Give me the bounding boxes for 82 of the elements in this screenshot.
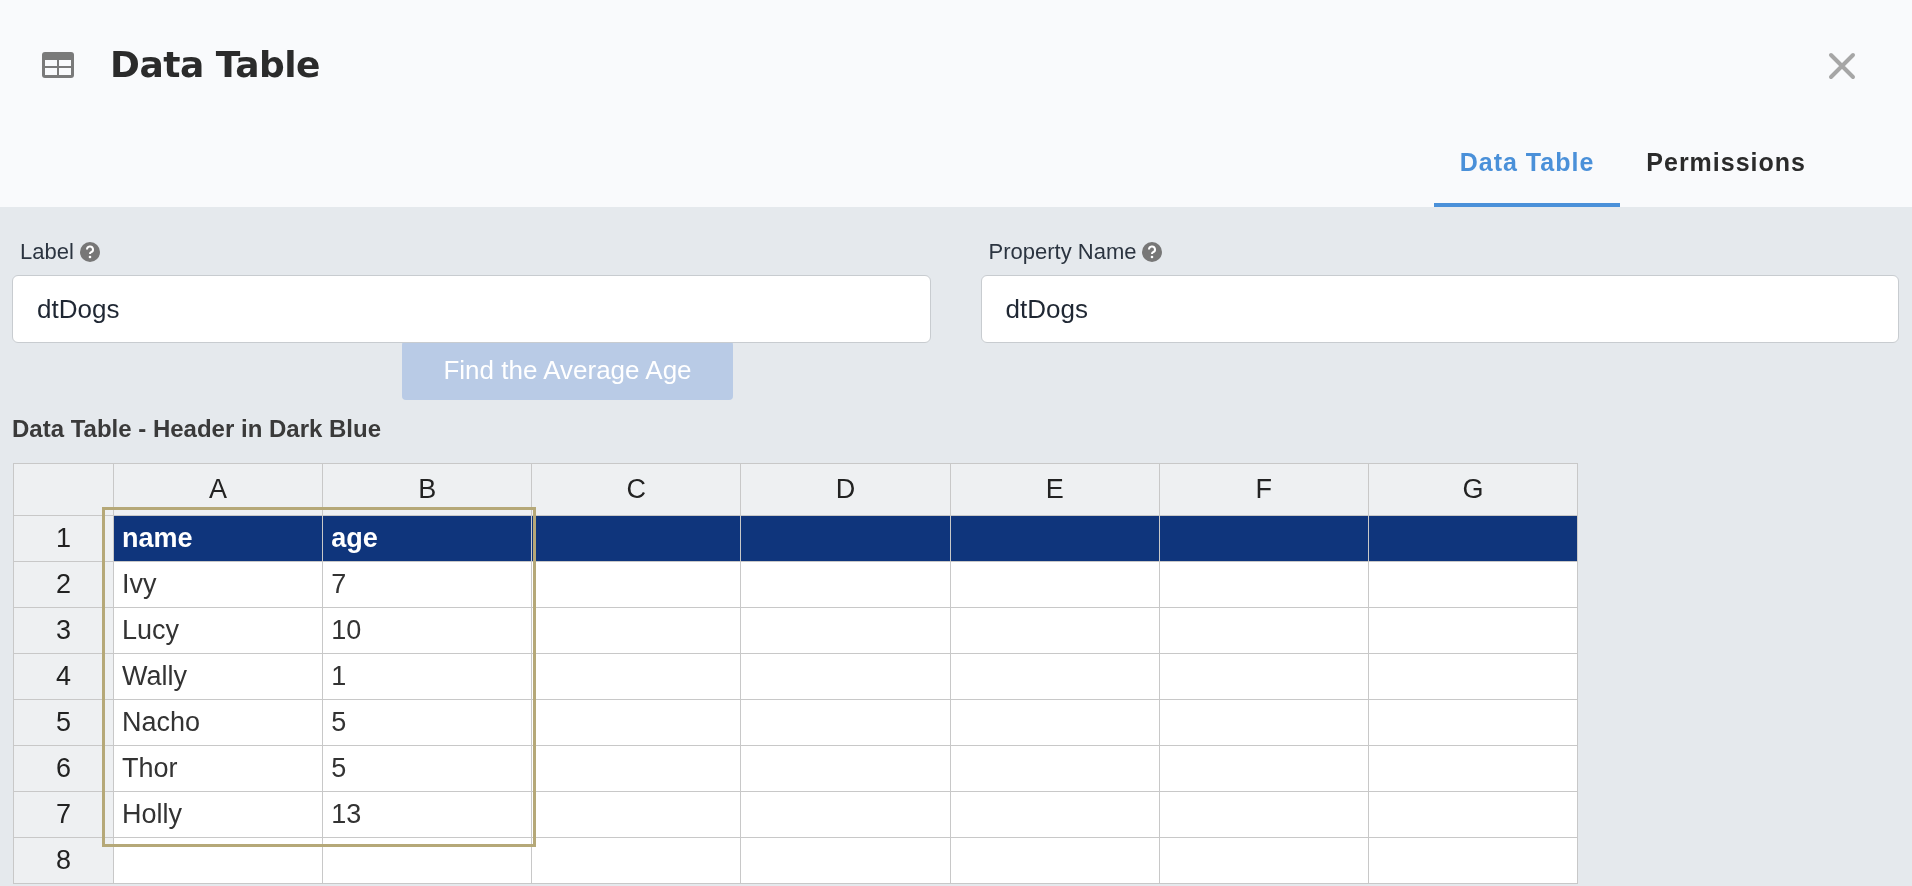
column-header[interactable]: G — [1368, 464, 1578, 516]
tab[interactable]: Permissions — [1620, 136, 1832, 207]
table-cell[interactable] — [741, 608, 951, 654]
table-cell[interactable] — [741, 838, 951, 884]
table-cell[interactable] — [741, 700, 951, 746]
row-number[interactable]: 1 — [14, 516, 114, 562]
table-cell[interactable] — [1159, 838, 1369, 884]
table-cell[interactable] — [950, 654, 1160, 700]
table-cell[interactable] — [1159, 608, 1369, 654]
table-cell[interactable] — [532, 700, 742, 746]
table-cell[interactable] — [950, 746, 1160, 792]
table-cell[interactable] — [1159, 516, 1369, 562]
column-header[interactable]: A — [114, 464, 324, 516]
table-cell[interactable]: 7 — [323, 562, 533, 608]
table-cell[interactable]: name — [114, 516, 324, 562]
table-cell[interactable] — [1159, 700, 1369, 746]
field-label: Property Name — [988, 239, 1137, 265]
table-cell[interactable] — [950, 562, 1160, 608]
table-title: Data Table - Header in Dark Blue — [12, 415, 381, 443]
table-cell[interactable] — [532, 792, 742, 838]
column-header[interactable]: D — [741, 464, 951, 516]
table-cell[interactable] — [1368, 792, 1578, 838]
table-cell[interactable] — [323, 838, 533, 884]
table-cell[interactable] — [741, 792, 951, 838]
table-cell[interactable] — [950, 700, 1160, 746]
table-cell[interactable]: age — [323, 516, 533, 562]
table-cell[interactable]: 1 — [323, 654, 533, 700]
table-cell[interactable] — [1368, 654, 1578, 700]
table-cell[interactable]: 10 — [323, 608, 533, 654]
table-cell[interactable]: Lucy — [114, 608, 324, 654]
table-cell[interactable] — [532, 838, 742, 884]
table-cell[interactable] — [1368, 608, 1578, 654]
row-number[interactable]: 3 — [14, 608, 114, 654]
table-cell[interactable] — [532, 562, 742, 608]
help-icon[interactable] — [1142, 242, 1163, 262]
row-number[interactable]: 6 — [14, 746, 114, 792]
table-cell[interactable] — [1368, 562, 1578, 608]
table-cell[interactable]: 5 — [323, 700, 533, 746]
close-icon[interactable] — [1828, 52, 1856, 80]
column-header[interactable]: F — [1159, 464, 1369, 516]
table-cell[interactable]: 5 — [323, 746, 533, 792]
row-number[interactable]: 7 — [14, 792, 114, 838]
table-cell[interactable]: Ivy — [114, 562, 324, 608]
row-number[interactable]: 2 — [14, 562, 114, 608]
table-cell[interactable]: Thor — [114, 746, 324, 792]
table-cell[interactable] — [532, 654, 742, 700]
table-cell[interactable] — [1159, 746, 1369, 792]
row-number[interactable]: 5 — [14, 700, 114, 746]
table-cell[interactable]: Holly — [114, 792, 324, 838]
table-cell[interactable] — [1159, 562, 1369, 608]
table-cell[interactable] — [950, 838, 1160, 884]
dialog-title: Data Table — [110, 44, 320, 85]
column-header[interactable]: E — [950, 464, 1160, 516]
table-cell[interactable] — [532, 608, 742, 654]
table-icon — [42, 51, 74, 78]
table-cell[interactable] — [1159, 792, 1369, 838]
table-cell[interactable] — [532, 516, 742, 562]
help-icon[interactable] — [79, 242, 100, 262]
table-cell[interactable]: 13 — [323, 792, 533, 838]
table-cell[interactable] — [532, 746, 742, 792]
table-cell[interactable]: Wally — [114, 654, 324, 700]
table-cell[interactable] — [1159, 654, 1369, 700]
table-cell[interactable] — [1368, 516, 1578, 562]
table-cell[interactable] — [950, 516, 1160, 562]
table-cell[interactable] — [741, 516, 951, 562]
row-number[interactable]: 8 — [14, 838, 114, 884]
table-cell[interactable] — [950, 792, 1160, 838]
table-cell[interactable]: Nacho — [114, 700, 324, 746]
table-cell[interactable] — [1368, 838, 1578, 884]
column-header[interactable]: C — [532, 464, 742, 516]
table-cell[interactable] — [1368, 746, 1578, 792]
table-cell[interactable] — [950, 608, 1160, 654]
table-cell[interactable] — [1368, 700, 1578, 746]
column-header[interactable]: B — [323, 464, 533, 516]
field-label: Label — [20, 239, 74, 265]
table-cell[interactable] — [741, 654, 951, 700]
row-number[interactable]: 4 — [14, 654, 114, 700]
table-cell[interactable] — [114, 838, 324, 884]
table-cell[interactable] — [741, 746, 951, 792]
text-field[interactable]: dtDogs — [12, 275, 931, 343]
table-cell[interactable] — [741, 562, 951, 608]
text-field[interactable]: dtDogs — [980, 275, 1899, 343]
